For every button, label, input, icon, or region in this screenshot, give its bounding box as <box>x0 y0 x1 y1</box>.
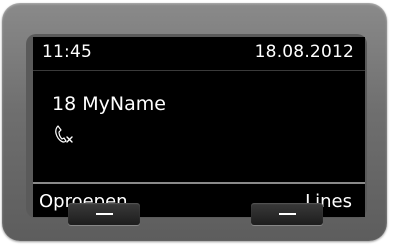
right-display-key-button[interactable] <box>251 203 323 225</box>
minus-icon <box>279 213 296 215</box>
left-display-key-button[interactable] <box>68 203 140 225</box>
status-bar: 11:45 18.08.2012 <box>33 37 365 71</box>
phone-display: 11:45 18.08.2012 18 MyName Oproepen Line… <box>33 37 365 217</box>
clock-time: 11:45 <box>42 42 92 62</box>
handset-name: 18 MyName <box>52 93 166 115</box>
missed-call-handset-icon[interactable] <box>53 123 75 145</box>
minus-icon <box>96 213 113 215</box>
clock-date: 18.08.2012 <box>254 42 354 62</box>
